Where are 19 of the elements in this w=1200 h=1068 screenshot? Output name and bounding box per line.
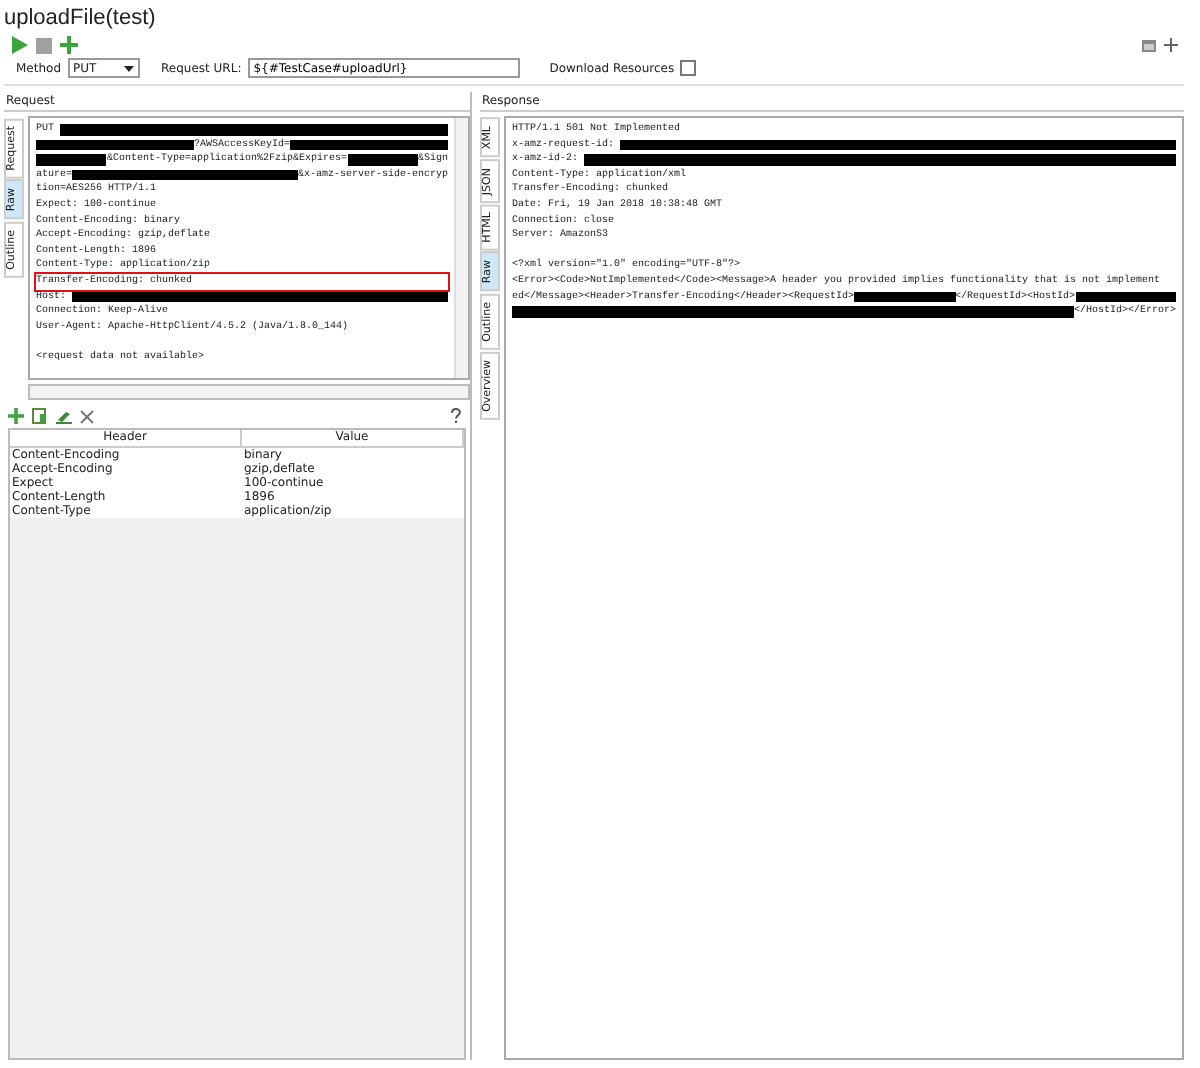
edit-icon[interactable] bbox=[56, 408, 72, 424]
play-icon[interactable] bbox=[12, 36, 28, 54]
redaction-bar bbox=[854, 291, 956, 303]
stop-icon[interactable] bbox=[36, 37, 52, 53]
document-icon[interactable] bbox=[32, 408, 48, 424]
horizontal-scrollbar[interactable] bbox=[28, 384, 470, 400]
window-title: uploadFile(test) bbox=[4, 4, 158, 32]
caret-icon bbox=[123, 65, 134, 71]
help-icon[interactable] bbox=[450, 408, 462, 424]
redaction-bar bbox=[36, 154, 107, 166]
add-icon[interactable] bbox=[60, 36, 78, 54]
redaction-bar bbox=[347, 154, 418, 166]
delete-icon[interactable] bbox=[80, 409, 94, 423]
redaction-bar bbox=[1075, 291, 1177, 303]
window-icon[interactable] bbox=[1142, 39, 1156, 51]
add-icon[interactable] bbox=[1164, 38, 1178, 52]
add-icon[interactable] bbox=[8, 408, 24, 424]
download-checkbox[interactable] bbox=[680, 60, 697, 76]
vertical-scrollbar[interactable] bbox=[454, 118, 468, 378]
